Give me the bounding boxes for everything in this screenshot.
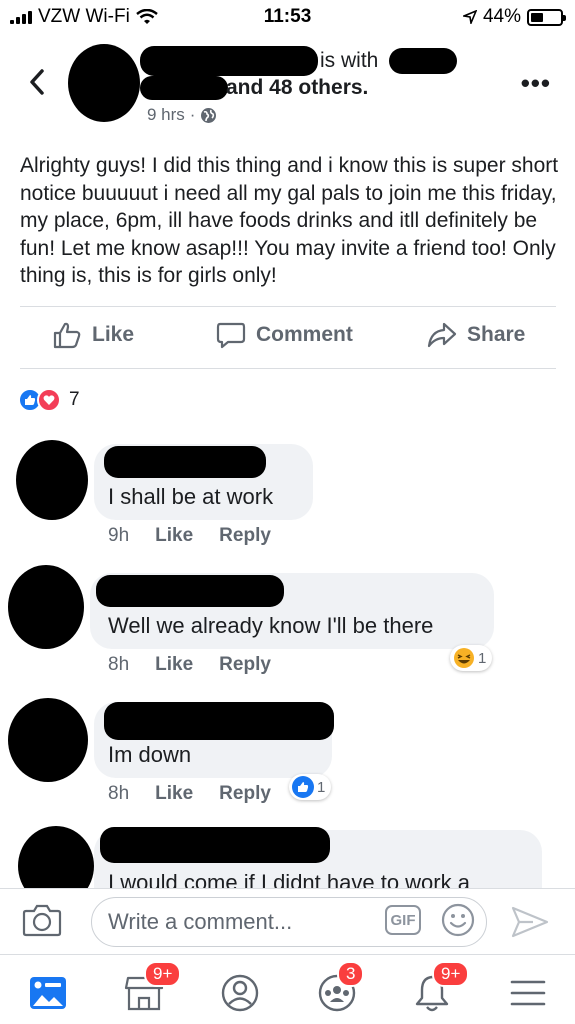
comment-time: 8h <box>108 783 130 804</box>
comment-button[interactable]: Comment <box>216 320 353 350</box>
is-with-text: is with <box>320 49 379 72</box>
poster-avatar[interactable] <box>68 44 140 122</box>
comment-text: Im down <box>108 742 192 767</box>
haha-reaction-icon <box>454 648 474 668</box>
like-reaction-icon <box>292 776 314 798</box>
battery-status: 44% <box>462 6 566 28</box>
groups-badge: 3 <box>337 961 365 987</box>
thumbs-up-icon <box>53 322 81 349</box>
send-button[interactable] <box>511 905 549 944</box>
like-button[interactable]: Like <box>52 320 134 350</box>
location-arrow-icon <box>462 10 477 24</box>
tab-groups[interactable]: 3 <box>315 961 365 1015</box>
status-bar: VZW Wi-Fi 11:53 44% <box>0 0 575 34</box>
comment-text: I shall be at work <box>108 484 274 509</box>
commenter-avatar[interactable] <box>16 440 88 520</box>
marketplace-badge: 9+ <box>144 961 182 987</box>
time-separator: · <box>189 105 196 124</box>
battery-icon <box>527 8 566 26</box>
notifications-badge: 9+ <box>432 961 470 987</box>
more-options-button[interactable]: ••• <box>521 68 551 99</box>
comment-time: 8h <box>108 654 130 675</box>
commenter-avatar[interactable] <box>8 565 84 649</box>
like-label: Like <box>92 323 135 346</box>
comment-reply-link[interactable]: Reply <box>219 654 271 676</box>
redacted-commenter-name <box>104 446 266 478</box>
smiley-icon <box>441 903 475 937</box>
comment-like-link[interactable]: Like <box>155 654 193 676</box>
redacted-commenter-name <box>104 702 334 740</box>
redacted-commenter-name <box>100 827 330 863</box>
tab-profile[interactable] <box>218 971 262 1015</box>
redacted-commenter-name <box>96 575 284 607</box>
post-body: Alrighty guys! I did this thing and i kn… <box>20 154 559 288</box>
comment-text: Well we already know I'll be there <box>108 613 434 638</box>
love-reaction-icon <box>37 388 61 412</box>
tagged-others-link[interactable]: and 48 others. <box>226 76 368 100</box>
comment-text: I would come if I didnt have to work a <box>108 870 470 888</box>
send-arrow-icon <box>511 906 549 938</box>
camera-button[interactable] <box>22 902 62 943</box>
redacted-tagged-name <box>389 48 457 74</box>
globe-icon <box>201 107 217 123</box>
share-label: Share <box>467 323 526 346</box>
tab-menu[interactable] <box>506 971 550 1015</box>
post-time-label: 9 hrs <box>147 105 185 124</box>
news-feed-icon <box>30 977 66 1009</box>
share-button[interactable]: Share <box>427 320 525 350</box>
tab-news-feed[interactable] <box>26 971 70 1015</box>
comment-reply-link[interactable]: Reply <box>219 525 271 547</box>
post-action-bar: Like Comment Share <box>0 320 575 358</box>
comment-reply-link[interactable]: Reply <box>219 783 271 805</box>
comment-meta: 8h Like Reply <box>108 783 271 805</box>
hamburger-menu-icon <box>510 980 546 1006</box>
comment-reaction-pill[interactable]: 1 <box>450 645 493 671</box>
reaction-count: 7 <box>69 389 80 410</box>
comment-like-link[interactable]: Like <box>155 525 193 547</box>
back-button[interactable] <box>22 62 52 102</box>
comment-input-placeholder: Write a comment... <box>108 909 293 934</box>
gif-button[interactable]: GIF <box>385 905 421 935</box>
chevron-left-icon <box>30 69 44 95</box>
comment-meta: 9h Like Reply <box>108 525 271 547</box>
post-timestamp[interactable]: 9 hrs · <box>147 105 217 125</box>
share-arrow-icon <box>427 322 457 348</box>
commenter-avatar[interactable] <box>8 698 88 782</box>
comment-reaction-pill[interactable]: 1 <box>289 774 332 800</box>
tab-marketplace[interactable]: 9+ <box>122 961 182 1015</box>
comment-input[interactable]: Write a comment... <box>91 897 487 947</box>
divider <box>20 306 556 307</box>
reaction-count: 1 <box>478 649 487 667</box>
comment-partial: I would come if I didnt have to work a <box>0 820 575 888</box>
reactions-summary[interactable]: 7 <box>18 388 80 412</box>
divider <box>20 368 556 369</box>
comment-bubble-icon <box>216 322 246 349</box>
battery-percent: 44% <box>482 6 521 27</box>
redacted-poster-name <box>140 46 318 76</box>
reaction-count: 1 <box>317 778 326 796</box>
comment-time: 9h <box>108 525 130 546</box>
profile-icon <box>221 974 259 1012</box>
tab-notifications[interactable]: 9+ <box>410 961 470 1015</box>
sticker-button[interactable] <box>441 903 475 942</box>
camera-icon <box>22 904 62 937</box>
bottom-tab-bar: 9+ 3 9+ <box>0 954 575 1024</box>
commenter-avatar[interactable] <box>18 826 94 888</box>
redacted-tagged-name-2 <box>140 76 228 100</box>
comment-like-link[interactable]: Like <box>155 783 193 805</box>
comment-label: Comment <box>256 323 353 346</box>
comment-meta: 8h Like Reply <box>108 654 271 676</box>
comment-composer: Write a comment... GIF <box>0 888 575 954</box>
